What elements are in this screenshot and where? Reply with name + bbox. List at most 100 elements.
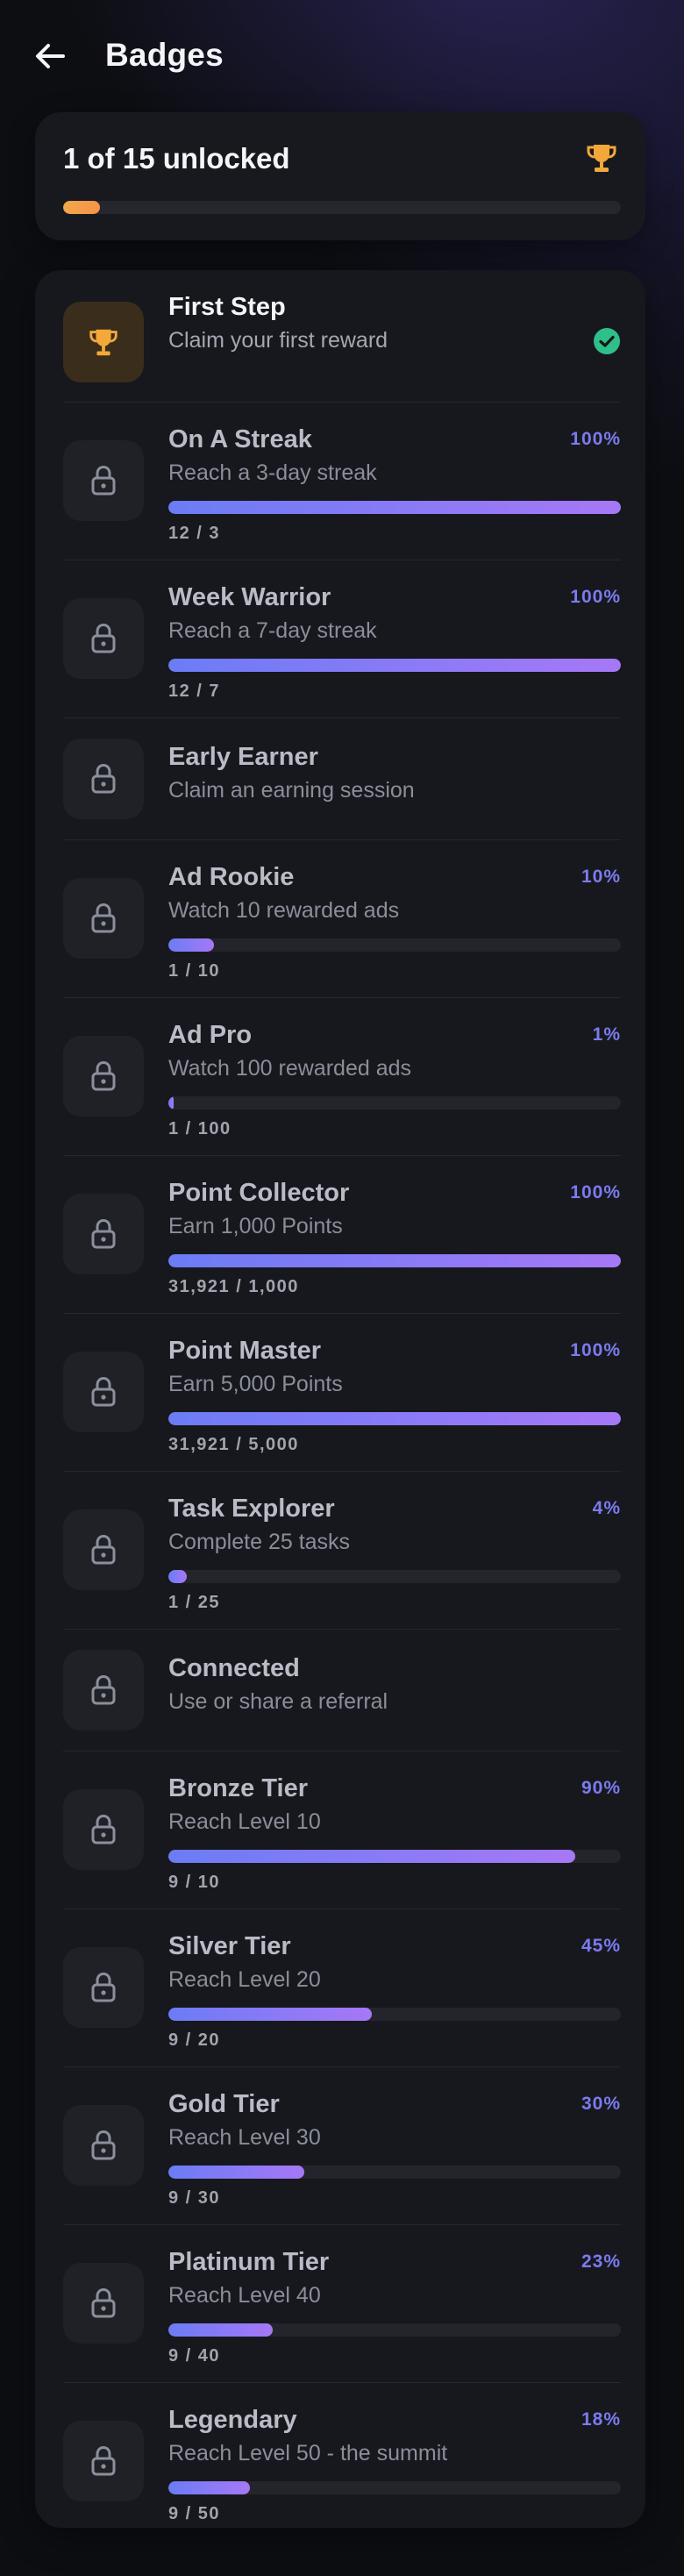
badge-percent: 100%	[570, 587, 621, 607]
lock-icon	[91, 1534, 116, 1565]
badge-item[interactable]: Task Explorer Complete 25 tasks 4% 1 / 25	[63, 1472, 621, 1630]
badge-progress-count: 9 / 50	[168, 2504, 221, 2523]
badge-description: Reach Level 20	[168, 1967, 321, 1992]
lock-icon	[91, 1060, 116, 1091]
badge-description: Reach Level 50 - the summit	[168, 2441, 448, 2465]
badge-icon	[63, 1509, 144, 1590]
badge-progress-bar	[168, 938, 621, 952]
lock-icon	[91, 623, 116, 653]
badge-item[interactable]: On A Streak Reach a 3-day streak 100% 12 / …	[63, 403, 621, 560]
badge-description: Watch 100 rewarded ads	[168, 1056, 412, 1081]
badge-item[interactable]: Point Collector Earn 1,000 Points 100% 31,9…	[63, 1156, 621, 1314]
check-circle-icon	[594, 328, 620, 354]
badge-progress-fill	[168, 1096, 175, 1110]
badge-progress-fill	[168, 501, 621, 514]
badge-progress-fill	[168, 938, 214, 952]
badge-title: Ad Rookie	[168, 863, 295, 891]
badge-progress-count: 12 / 3	[168, 524, 221, 543]
badge-item[interactable]: Connected Use or share a referral	[63, 1630, 621, 1752]
lock-icon	[91, 2445, 116, 2476]
badge-percent: 18%	[581, 2409, 621, 2430]
badge-item[interactable]: Ad Rookie Watch 10 rewarded ads 10% 1 / 10	[63, 840, 621, 998]
badge-progress-bar	[168, 2166, 621, 2179]
badge-description: Earn 5,000 Points	[168, 1372, 343, 1396]
badge-item[interactable]: Bronze Tier Reach Level 10 90% 9 / 10	[63, 1752, 621, 1909]
badge-description: Reach Level 40	[168, 2283, 321, 2308]
badge-item[interactable]: Gold Tier Reach Level 30 30% 9 / 30	[63, 2067, 621, 2225]
badge-title: Legendary	[168, 2406, 297, 2434]
badge-title: Week Warrior	[168, 583, 331, 611]
badge-item[interactable]: Early Earner Claim an earning session	[63, 718, 621, 840]
trophy-icon	[89, 329, 118, 356]
badge-progress-fill	[168, 2323, 273, 2337]
badge-description: Use or share a referral	[168, 1689, 388, 1714]
badge-progress-fill	[168, 659, 621, 672]
badge-progress-count: 1 / 25	[168, 1593, 221, 1612]
badge-progress-count: 9 / 20	[168, 2030, 221, 2050]
lock-icon	[91, 1376, 116, 1407]
badge-progress-fill	[168, 2481, 250, 2494]
badge-progress-bar	[168, 2008, 621, 2021]
badge-progress-count: 9 / 10	[168, 1873, 221, 1892]
badge-progress-bar	[168, 1850, 621, 1863]
lock-icon	[91, 2130, 116, 2160]
badge-progress-bar	[168, 1096, 621, 1110]
badge-icon	[63, 1194, 144, 1274]
badge-title: Early Earner	[168, 743, 318, 771]
lock-icon	[91, 1674, 116, 1705]
badge-description: Watch 10 rewarded ads	[168, 898, 400, 923]
badge-icon	[63, 1036, 144, 1117]
badge-progress-bar	[168, 1570, 621, 1583]
badge-icon	[63, 1352, 144, 1432]
badge-progress-count: 31,921 / 1,000	[168, 1277, 299, 1296]
badge-title: Platinum Tier	[168, 2248, 330, 2276]
badge-item[interactable]: Week Warrior Reach a 7-day streak 100% 12 /…	[63, 560, 621, 718]
badge-description: Reach a 7-day streak	[168, 618, 377, 643]
badge-percent: 100%	[570, 429, 621, 449]
badge-icon	[63, 878, 144, 959]
badge-icon	[63, 1789, 144, 1870]
badge-icon	[63, 1947, 144, 2028]
badge-title: Connected	[168, 1654, 300, 1682]
lock-icon	[91, 2287, 116, 2318]
badge-percent: 100%	[570, 1340, 621, 1360]
badge-description: Claim an earning session	[168, 778, 415, 803]
badge-percent: 1%	[592, 1024, 621, 1045]
badge-description: Reach Level 10	[168, 1809, 321, 1834]
badge-progress-bar	[168, 501, 621, 514]
badge-item[interactable]: Ad Pro Watch 100 rewarded ads 1% 1 / 100	[63, 998, 621, 1156]
badge-percent: 100%	[570, 1182, 621, 1202]
lock-icon	[91, 1218, 116, 1249]
back-button[interactable]	[35, 39, 79, 74]
badge-title: Point Collector	[168, 1179, 350, 1207]
badge-icon	[63, 739, 144, 819]
badge-progress-fill	[168, 1570, 187, 1583]
badge-progress-fill	[168, 2166, 304, 2179]
badge-progress-bar	[168, 2481, 621, 2494]
trophy-icon	[587, 145, 616, 172]
badge-progress-bar	[168, 1412, 621, 1425]
badge-icon	[63, 2263, 144, 2344]
badge-percent: 4%	[592, 1498, 621, 1518]
page-title: Badges	[105, 37, 224, 73]
unlock-progress-bar	[63, 201, 621, 214]
badge-title: On A Streak	[168, 425, 312, 453]
badge-title: Point Master	[168, 1337, 322, 1365]
unlock-summary-text: 1 of 15 unlocked	[63, 142, 290, 175]
badge-description: Reach Level 30	[168, 2125, 321, 2150]
badge-title: Task Explorer	[168, 1495, 335, 1523]
badge-item[interactable]: Legendary Reach Level 50 - the summit 18% 9…	[63, 2383, 621, 2541]
badge-progress-count: 9 / 30	[168, 2188, 221, 2208]
badge-item[interactable]: Silver Tier Reach Level 20 45% 9 / 20	[63, 1909, 621, 2067]
badge-title: Ad Pro	[168, 1021, 253, 1049]
badge-progress-count: 12 / 7	[168, 681, 221, 701]
badge-progress-bar	[168, 2323, 621, 2337]
badge-item[interactable]: Point Master Earn 5,000 Points 100% 31,921 …	[63, 1314, 621, 1472]
badge-description: Complete 25 tasks	[168, 1530, 351, 1554]
lock-icon	[91, 1972, 116, 2002]
badge-icon	[63, 440, 144, 521]
badge-title: Silver Tier	[168, 1932, 291, 1960]
badge-item[interactable]: First Step Claim your first reward	[63, 282, 621, 403]
lock-icon	[91, 763, 116, 794]
badge-item[interactable]: Platinum Tier Reach Level 40 23% 9 / 40	[63, 2225, 621, 2383]
